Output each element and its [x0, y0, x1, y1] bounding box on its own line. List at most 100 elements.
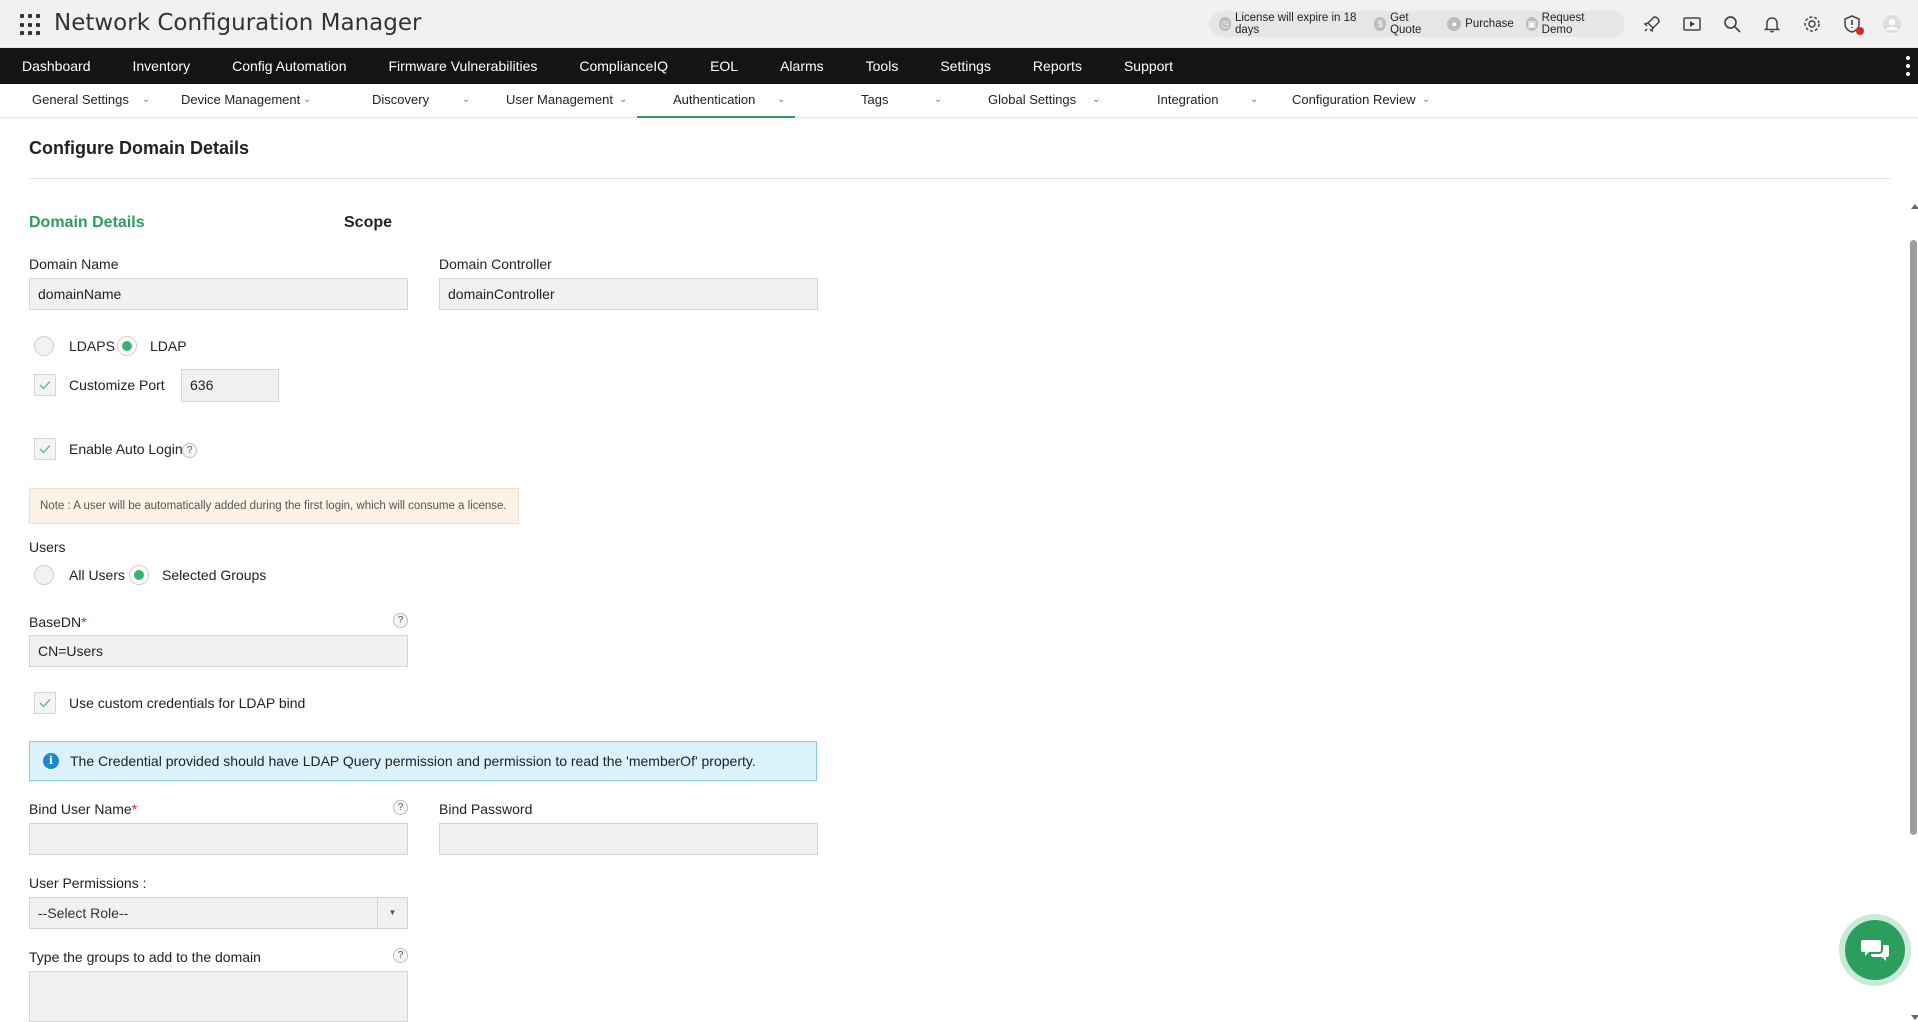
info-text: The Credential provided should have LDAP…: [70, 753, 756, 769]
app-grid-icon[interactable]: [20, 14, 42, 36]
chevron-down-icon: ⌄: [303, 94, 312, 105]
domain-controller-label: Domain Controller: [439, 256, 552, 272]
selected-groups-label: Selected Groups: [162, 567, 267, 583]
chat-button[interactable]: [1839, 914, 1911, 986]
nav-firmware-vulnerabilities[interactable]: Firmware Vulnerabilities: [368, 48, 559, 84]
bind-user-input[interactable]: [29, 823, 408, 855]
groups-label: Type the groups to add to the domain: [29, 949, 261, 965]
license-text: License will expire in 18 days: [1234, 12, 1357, 36]
scrollbar-thumb[interactable]: [1910, 240, 1917, 835]
subnav-tags[interactable]: Tags ⌄: [861, 84, 947, 118]
chevron-down-icon: ⌄: [1250, 94, 1259, 105]
chevron-down-icon: ⌄: [934, 94, 943, 105]
subnav-device-management[interactable]: Device Management ⌄: [181, 84, 316, 118]
chevron-down-icon: ⌄: [1422, 94, 1431, 105]
license-status[interactable]: ◷ License will expire in 18 days: [1219, 12, 1362, 36]
nav-settings[interactable]: Settings: [919, 48, 1012, 84]
subnav-label: Integration: [1157, 92, 1219, 107]
all-users-radio[interactable]: [34, 565, 54, 585]
subnav-integration[interactable]: Integration ⌄: [1157, 84, 1267, 118]
subnav-label: Configuration Review: [1292, 92, 1416, 107]
domain-controller-input[interactable]: domainController: [439, 278, 818, 310]
subnav-label: Authentication: [673, 92, 756, 107]
bind-user-label: Bind User Name*: [29, 801, 137, 817]
subnav-discovery[interactable]: Discovery ⌄: [372, 84, 472, 118]
domain-name-label: Domain Name: [29, 256, 119, 272]
license-bar: ◷ License will expire in 18 days $ Get Q…: [1209, 11, 1625, 37]
tab-domain-details[interactable]: Domain Details: [29, 214, 145, 232]
custom-credentials-checkbox[interactable]: [34, 692, 56, 714]
nav-tools[interactable]: Tools: [845, 48, 920, 84]
auto-login-label: Enable Auto Login: [69, 441, 183, 457]
bind-password-label: Bind Password: [439, 801, 533, 817]
scroll-down-arrow[interactable]: [1911, 1015, 1918, 1020]
help-icon[interactable]: ?: [393, 948, 408, 963]
port-input[interactable]: 636: [181, 369, 279, 402]
chevron-down-icon: ⌄: [619, 94, 628, 105]
purchase-link[interactable]: ● Purchase: [1447, 17, 1514, 31]
check-icon: [39, 445, 51, 454]
help-icon[interactable]: ?: [393, 613, 408, 628]
get-quote-link[interactable]: $ Get Quote: [1374, 12, 1435, 36]
basedn-input[interactable]: CN=Users: [29, 635, 408, 667]
dollar-icon: $: [1374, 17, 1387, 31]
role-select-value: --Select Role--: [38, 905, 129, 921]
search-icon[interactable]: [1720, 12, 1744, 36]
cart-icon: ●: [1447, 17, 1462, 31]
subnav-user-management[interactable]: User Management ⌄: [506, 84, 631, 118]
user-icon[interactable]: [1880, 12, 1904, 36]
nav-dashboard[interactable]: Dashboard: [0, 48, 112, 84]
ldaps-label: LDAPS: [69, 338, 115, 354]
rocket-icon[interactable]: [1640, 12, 1664, 36]
nav-alarms[interactable]: Alarms: [759, 48, 845, 84]
tab-scope[interactable]: Scope: [344, 214, 392, 232]
bind-password-input[interactable]: [439, 823, 818, 855]
required-mark: *: [131, 801, 138, 817]
nav-complianceiq[interactable]: ComplianceIQ: [558, 48, 689, 84]
role-select[interactable]: --Select Role-- ▼: [29, 897, 408, 929]
divider: [29, 178, 1891, 179]
subnav-general-settings[interactable]: General Settings ⌄: [32, 84, 152, 118]
nav-inventory[interactable]: Inventory: [112, 48, 212, 84]
domain-name-input[interactable]: domainName: [29, 278, 408, 310]
nav-support[interactable]: Support: [1103, 48, 1194, 84]
gear-icon[interactable]: [1800, 12, 1824, 36]
help-icon[interactable]: ?: [182, 443, 197, 458]
required-mark: *: [81, 614, 87, 630]
subnav-global-settings[interactable]: Global Settings ⌄: [988, 84, 1108, 118]
page-title: Configure Domain Details: [29, 138, 250, 158]
top-header: Network Configuration Manager ◷ License …: [0, 0, 1918, 48]
video-icon[interactable]: [1680, 12, 1704, 36]
selected-groups-radio[interactable]: [129, 565, 149, 585]
nav-reports[interactable]: Reports: [1012, 48, 1103, 84]
chat-icon: [1845, 920, 1905, 980]
basedn-label: BaseDN*: [29, 614, 87, 630]
customize-port-checkbox[interactable]: [34, 374, 56, 396]
caret-down-icon: ▼: [377, 898, 407, 928]
nav-eol[interactable]: EOL: [689, 48, 759, 84]
chevron-down-icon: ⌄: [462, 94, 471, 105]
check-icon: [39, 699, 51, 708]
all-users-label: All Users: [69, 567, 126, 583]
bell-icon[interactable]: [1760, 12, 1784, 36]
user-permissions-label: User Permissions :: [29, 875, 147, 891]
auto-login-checkbox[interactable]: [34, 438, 56, 460]
customize-port-label: Customize Port: [69, 377, 165, 393]
help-icon[interactable]: ?: [393, 800, 408, 815]
ldaps-radio[interactable]: [34, 336, 54, 356]
demo-icon: ▣: [1525, 17, 1538, 31]
groups-textarea[interactable]: [29, 971, 408, 1022]
check-icon: [39, 381, 51, 390]
subnav-configuration-review[interactable]: Configuration Review ⌄: [1292, 84, 1442, 118]
purchase-label: Purchase: [1465, 18, 1514, 30]
request-demo-link[interactable]: ▣ Request Demo: [1525, 12, 1607, 36]
alert-icon[interactable]: [1840, 12, 1864, 36]
nav-config-automation[interactable]: Config Automation: [211, 48, 367, 84]
subnav-label: General Settings: [32, 92, 129, 107]
scroll-up-arrow[interactable]: [1911, 204, 1918, 209]
subnav-authentication[interactable]: Authentication ⌄: [637, 84, 795, 118]
more-vertical-icon[interactable]: [1906, 56, 1910, 76]
bind-user-label-text: Bind User Name: [29, 801, 132, 817]
ldap-radio[interactable]: [117, 336, 137, 356]
info-icon: i: [43, 753, 59, 769]
